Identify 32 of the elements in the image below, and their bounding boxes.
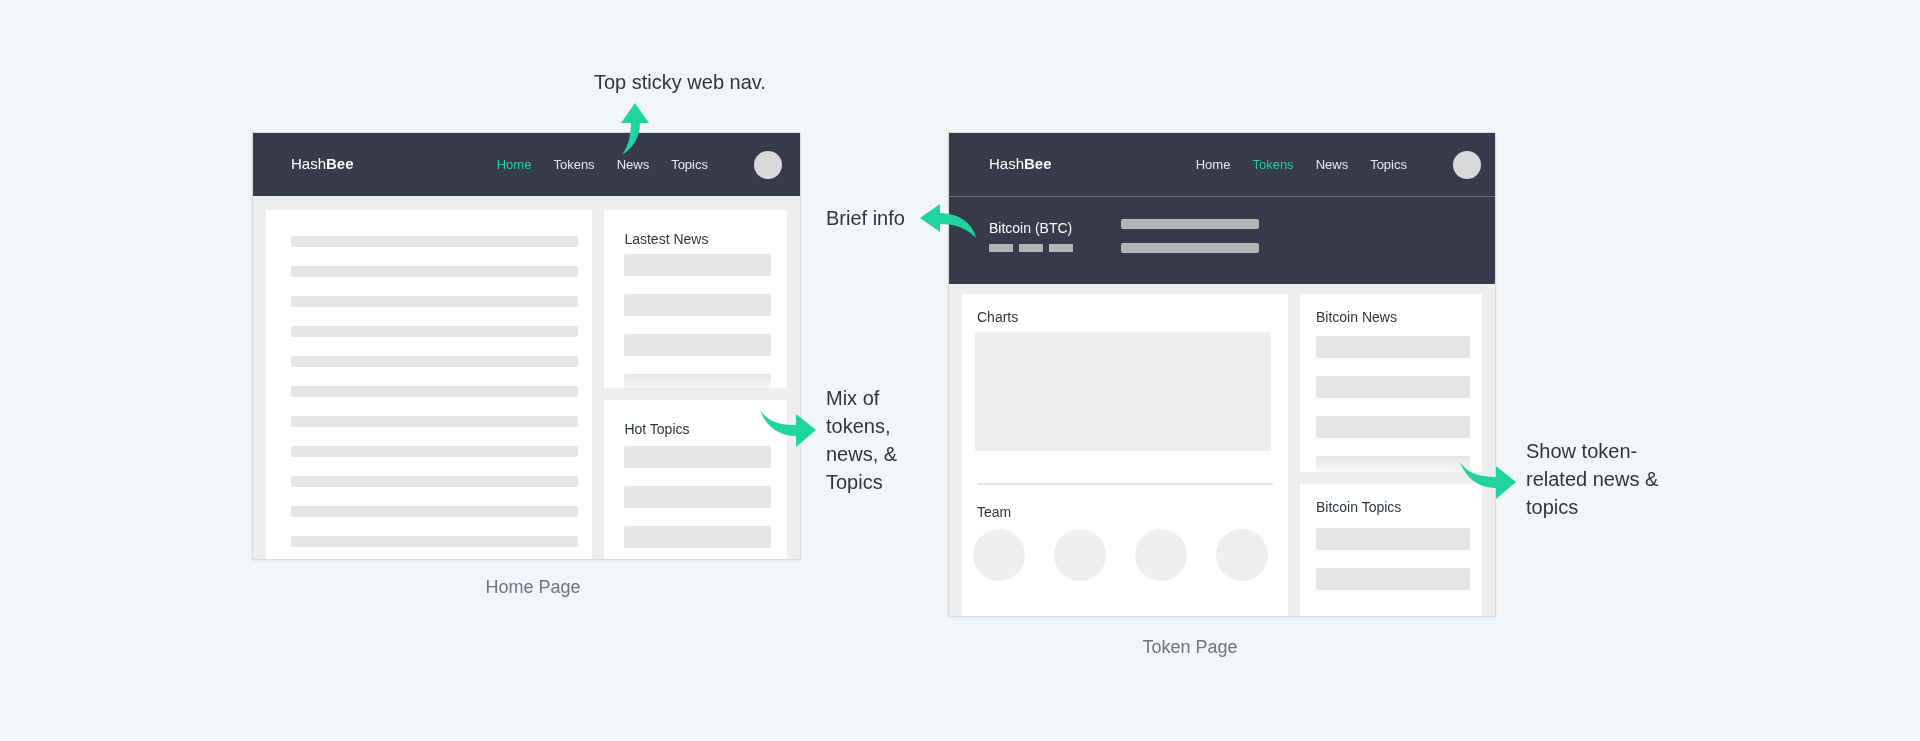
nav-link[interactable]: News: [616, 154, 650, 175]
panel-title: Hot Topics: [624, 420, 691, 438]
nav-link[interactable]: Home: [1195, 154, 1231, 175]
panel-title: Bitcoin News: [1316, 308, 1398, 326]
token-name: Bitcoin (BTC): [989, 219, 1074, 237]
placeholder-bar: [1019, 244, 1043, 252]
annotation-text: Show token-related news & topics: [1526, 439, 1660, 520]
brand-logo[interactable]: HashBee: [291, 153, 354, 176]
page-caption: Home Page: [485, 576, 581, 599]
curved-arrow: [1460, 462, 1516, 500]
panel-title: Bitcoin Topics: [1316, 498, 1403, 516]
nav-link[interactable]: Home: [496, 154, 532, 175]
avatar-icon[interactable]: [1453, 150, 1481, 179]
nav-link[interactable]: Tokens: [553, 154, 595, 175]
placeholder-bar: [1049, 244, 1073, 252]
panel-title: Lastest News: [624, 230, 710, 248]
nav-link[interactable]: Tokens: [1252, 154, 1294, 175]
annotation-text: Mix of tokens, news, & Topics: [826, 386, 899, 495]
annotation-text: Brief info: [826, 206, 905, 231]
nav-link[interactable]: Topics: [671, 154, 708, 175]
annotation-text: Top sticky web nav.: [594, 70, 766, 95]
panel-title: Charts: [977, 308, 1020, 326]
curved-arrow: [620, 103, 650, 155]
brand-logo[interactable]: HashBee: [989, 153, 1052, 176]
curved-arrow: [920, 204, 976, 238]
nav-link[interactable]: Topics: [1370, 154, 1407, 175]
nav-link[interactable]: News: [1315, 154, 1349, 175]
curved-arrow: [760, 410, 816, 448]
page-caption: Token Page: [1142, 636, 1238, 659]
panel-title: Team: [977, 503, 1013, 521]
avatar-icon[interactable]: [754, 150, 782, 179]
placeholder-bar: [989, 244, 1013, 252]
